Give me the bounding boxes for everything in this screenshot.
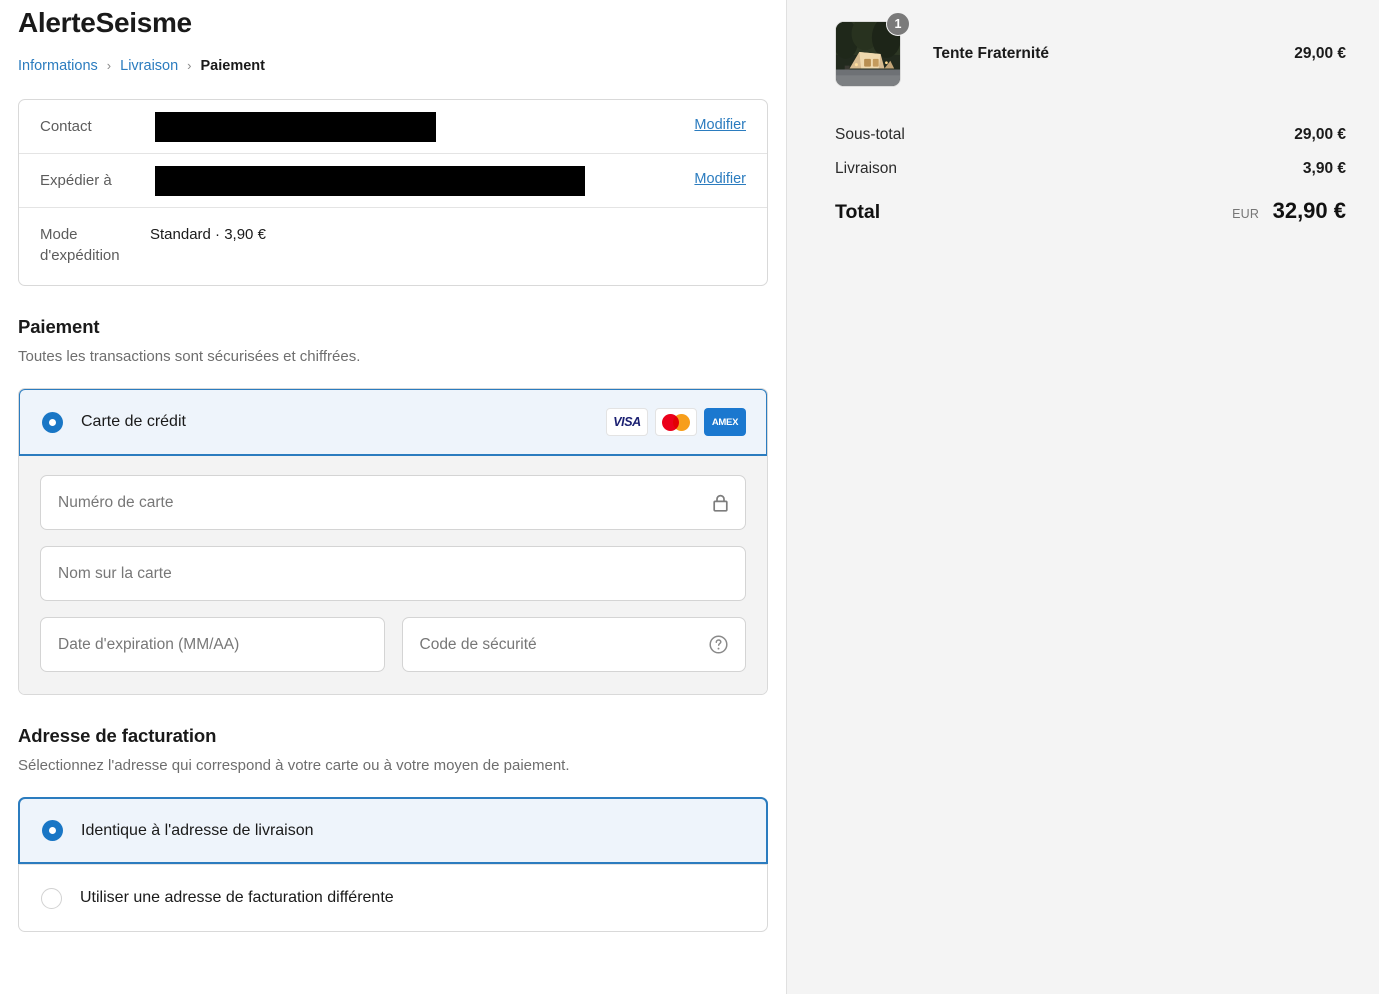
- visa-logo-text: VISA: [613, 415, 641, 429]
- payment-method-block: Carte de crédit VISA AMEX Numéro de cart…: [18, 388, 768, 695]
- amex-logo: AMEX: [704, 408, 746, 436]
- contact-value: [155, 100, 682, 142]
- product-name: Tente Fraternité: [933, 45, 1049, 62]
- payment-method-credit-card[interactable]: Carte de crédit VISA AMEX: [19, 389, 767, 456]
- billing-address-options: Identique à l'adresse de livraison Utili…: [18, 797, 768, 932]
- mastercard-logo: [655, 408, 697, 436]
- card-expiry-placeholder: Date d'expiration (MM/AA): [58, 635, 240, 653]
- lock-icon: [712, 493, 729, 513]
- breadcrumb-item-informations[interactable]: Informations: [18, 58, 98, 74]
- card-form: Numéro de carte Nom sur la carte Date d'…: [19, 456, 767, 694]
- payment-subtitle: Toutes les transactions sont sécurisées …: [18, 348, 361, 365]
- card-number-field[interactable]: Numéro de carte: [40, 475, 746, 530]
- subtotal-value: 29,00 €: [1294, 126, 1346, 143]
- breadcrumb-item-livraison[interactable]: Livraison: [120, 58, 178, 74]
- billing-option-different-address[interactable]: Utiliser une adresse de facturation diff…: [19, 864, 767, 931]
- radio-different-address[interactable]: [41, 887, 62, 909]
- payment-heading: Paiement: [18, 316, 100, 337]
- mastercard-right-circle: [673, 414, 690, 431]
- subtotal-label: Sous-total: [835, 126, 905, 143]
- breadcrumb: Informations › Livraison › Paiement: [18, 56, 768, 76]
- quantity-badge: 1: [886, 12, 910, 36]
- billing-option-same-address[interactable]: Identique à l'adresse de livraison: [18, 797, 768, 864]
- billing-option-different-address-label: Utiliser une adresse de facturation diff…: [80, 889, 394, 906]
- card-expiry-field[interactable]: Date d'expiration (MM/AA): [40, 617, 385, 672]
- ship-to-label: Expédier à: [40, 172, 112, 189]
- redacted-contact-bar: [155, 112, 436, 142]
- ship-mode-label: Mode d'expédition: [40, 226, 120, 264]
- card-cvv-placeholder: Code de sécurité: [419, 635, 537, 653]
- card-brand-list: VISA AMEX: [606, 408, 746, 436]
- card-name-placeholder: Nom sur la carte: [58, 564, 172, 582]
- amex-logo-text: AMEX: [711, 416, 739, 428]
- order-line-item: 1 Tente Fraternité 29,00 €: [835, 0, 1346, 104]
- review-row-shipping-address: Expédier à Modifier: [19, 154, 767, 208]
- radio-same-address[interactable]: [42, 820, 63, 841]
- shipping-label: Livraison: [835, 160, 898, 177]
- shop-title: AlerteSeisme: [18, 7, 192, 38]
- review-row-shipping-method: Mode d'expédition Standard · 3,90 €: [19, 208, 767, 285]
- payment-method-label: Carte de crédit: [81, 413, 186, 430]
- card-expiry-cvv-row: Date d'expiration (MM/AA) Code de sécuri…: [40, 617, 746, 672]
- card-name-field[interactable]: Nom sur la carte: [40, 546, 746, 601]
- chevron-right-icon: ›: [106, 57, 112, 73]
- edit-address-link[interactable]: Modifier: [694, 154, 746, 187]
- currency-code: EUR: [1232, 207, 1260, 221]
- visa-logo: VISA: [606, 408, 648, 436]
- product-price: 29,00 €: [1294, 45, 1346, 62]
- breadcrumb-item-paiement: Paiement: [200, 58, 265, 74]
- billing-subtitle: Sélectionnez l'adresse qui correspond à …: [18, 757, 570, 774]
- billing-option-same-address-label: Identique à l'adresse de livraison: [81, 821, 314, 839]
- card-number-placeholder: Numéro de carte: [58, 493, 174, 511]
- total-amount-group: EUR 32,90 €: [1232, 198, 1346, 224]
- total-label: Total: [835, 201, 881, 223]
- subtotal-row: Sous-total 29,00 €: [835, 126, 1346, 160]
- billing-heading: Adresse de facturation: [18, 725, 217, 746]
- redacted-address-bar: [155, 166, 585, 196]
- review-row-contact: Contact Modifier: [19, 100, 767, 154]
- chevron-right-icon: ›: [187, 57, 192, 73]
- checkout-page: AlerteSeisme Informations › Livraison › …: [0, 0, 1379, 994]
- ship-mode-value: Standard · 3,90 €: [150, 226, 266, 243]
- card-cvv-field[interactable]: Code de sécurité: [401, 617, 746, 672]
- order-review-card: Contact Modifier Expédier à Modifier Mod…: [18, 99, 768, 286]
- shipping-row: Livraison 3,90 €: [835, 160, 1346, 194]
- order-summary-sidebar: 1 Tente Fraternité 29,00 € Sous-total 29…: [786, 0, 1379, 994]
- total-value: 32,90 €: [1272, 198, 1346, 223]
- help-circle-icon[interactable]: [708, 634, 729, 655]
- radio-credit-card[interactable]: [42, 411, 63, 433]
- checkout-main-column: AlerteSeisme Informations › Livraison › …: [0, 0, 786, 994]
- edit-contact-link[interactable]: Modifier: [694, 100, 746, 133]
- shipping-value: 3,90 €: [1302, 160, 1346, 177]
- order-totals: Sous-total 29,00 € Livraison 3,90 € Tota…: [835, 126, 1346, 244]
- total-row: Total EUR 32,90 €: [835, 198, 1346, 244]
- contact-label: Contact: [40, 118, 92, 135]
- ship-to-value: [155, 154, 682, 196]
- product-thumbnail-wrapper: 1: [835, 12, 910, 87]
